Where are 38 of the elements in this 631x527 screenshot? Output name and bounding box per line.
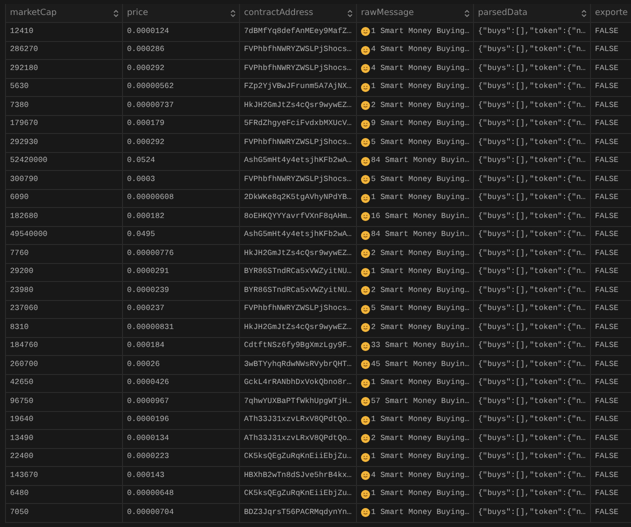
smiley-icon xyxy=(361,416,370,425)
smiley-icon xyxy=(361,490,370,499)
smiley-icon xyxy=(361,378,370,388)
column-header[interactable]: contractAddress xyxy=(244,8,346,18)
smiley-icon xyxy=(361,46,370,55)
smiley-icon xyxy=(361,101,370,110)
smiley-icon xyxy=(361,212,370,222)
smiley-icon xyxy=(361,471,370,480)
smiley-icon xyxy=(361,434,370,444)
column-header[interactable]: parsedData xyxy=(478,8,580,18)
smiley-icon xyxy=(361,286,370,296)
sort-icon[interactable] xyxy=(347,8,353,18)
smiley-icon xyxy=(361,397,370,406)
smiley-icon xyxy=(361,230,370,240)
smiley-icon xyxy=(361,64,370,74)
smiley-icon xyxy=(361,342,370,351)
smiley-icon xyxy=(361,249,370,258)
smiley-icon xyxy=(361,120,370,129)
column-header[interactable]: rawMessage xyxy=(361,8,463,18)
smiley-icon xyxy=(361,360,370,370)
sort-icon[interactable] xyxy=(464,8,470,18)
smiley-icon xyxy=(361,82,370,92)
smiley-icon xyxy=(361,508,370,518)
smiley-icon xyxy=(361,156,370,166)
smiley-icon xyxy=(361,175,370,184)
sort-icon[interactable] xyxy=(230,8,236,18)
column-header[interactable]: price xyxy=(127,8,229,18)
smiley-icon xyxy=(361,138,370,148)
smiley-icon xyxy=(361,304,370,314)
smiley-icon xyxy=(361,452,370,462)
column-header[interactable]: marketCap xyxy=(10,8,112,18)
sort-icon[interactable] xyxy=(581,8,587,18)
smiley-icon xyxy=(361,194,370,203)
smiley-icon xyxy=(361,268,370,277)
smiley-icon xyxy=(361,323,370,332)
column-header[interactable]: exporte xyxy=(595,8,628,18)
smiley-icon xyxy=(361,27,370,36)
sort-icon[interactable] xyxy=(113,8,119,18)
